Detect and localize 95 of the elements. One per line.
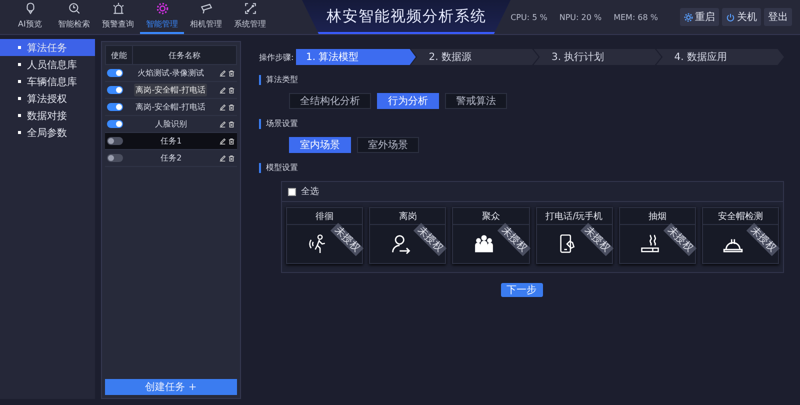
option-button[interactable]: 室外场景 [357, 137, 419, 153]
model-name: 抽烟 [648, 210, 666, 222]
select-all-checkbox[interactable]: 全选 [288, 185, 777, 198]
header-button[interactable]: 重启 [680, 8, 719, 26]
power-icon [726, 12, 735, 22]
model-card[interactable]: 抽烟 未授权 [618, 207, 696, 264]
nodes-icon [244, 2, 256, 14]
column-header: 使能 [106, 46, 133, 64]
model-card[interactable]: 徘徊 未授权 [286, 207, 364, 264]
gear-icon [684, 12, 693, 22]
app-title: 林安智能视频分析系统 [326, 6, 486, 26]
sidebar-item[interactable]: 算法任务 [0, 39, 95, 56]
delete-icon[interactable] [228, 120, 235, 128]
sidebar-item[interactable]: 算法授权 [0, 90, 95, 107]
task-name: 人脸识别 [155, 119, 187, 130]
search-icon [68, 2, 80, 14]
gear-icon [156, 2, 168, 14]
nav-tab[interactable]: 相机管理 [184, 0, 228, 34]
person-arrow-icon [390, 233, 412, 255]
delete-icon[interactable] [228, 154, 235, 162]
model-name: 打电话/玩手机 [546, 210, 603, 222]
edit-icon[interactable] [219, 138, 226, 144]
model-name: 聚众 [482, 210, 500, 222]
model-card[interactable]: 打电话/玩手机 未授权 [536, 207, 613, 264]
delete-icon[interactable] [228, 138, 235, 144]
option-button[interactable]: 全结构化分析 [289, 93, 371, 109]
camera-icon [200, 2, 212, 14]
model-name: 徘徊 [316, 210, 334, 222]
step-tab[interactable]: 1. 算法模型 [296, 49, 416, 65]
status-ribbon: 未授权 [496, 222, 530, 256]
model-name: 安全帽检测 [718, 210, 763, 222]
section-title: 模型设置 [259, 163, 784, 173]
nav-tab[interactable]: 智能检索 [52, 0, 96, 34]
task-row[interactable]: 任务2 [105, 150, 237, 167]
step-tab[interactable]: 4. 数据应用 [656, 49, 784, 65]
column-header: 任务名称 [168, 50, 202, 62]
model-card[interactable]: 聚众 未授权 [452, 207, 530, 264]
delete-icon[interactable] [228, 70, 235, 76]
section-title: 算法类型 [259, 75, 784, 85]
checkbox[interactable] [288, 188, 296, 196]
model-card[interactable]: 安全帽检测 未授权 [702, 207, 780, 264]
task-row[interactable]: 火焰测试-录像测试 [105, 65, 237, 82]
system-stat: MEM: 68 % [614, 12, 658, 22]
enable-toggle[interactable] [107, 103, 123, 111]
enable-toggle[interactable] [107, 69, 123, 77]
enable-toggle[interactable] [107, 154, 123, 162]
sidebar-item[interactable]: 数据对接 [0, 107, 95, 124]
next-step-button[interactable]: 下一步 [500, 283, 542, 297]
edit-icon[interactable] [219, 86, 226, 94]
task-name: 离岗-安全帽-打电话 [136, 102, 206, 113]
edit-icon[interactable] [219, 154, 226, 162]
sidebar-item[interactable]: 车辆信息库 [0, 73, 95, 90]
system-stat: NPU: 20 % [559, 12, 602, 22]
section-title: 场景设置 [259, 119, 784, 129]
nav-tab[interactable]: 系统管理 [228, 0, 272, 34]
edit-icon[interactable] [219, 120, 226, 128]
model-card[interactable]: 离岗 未授权 [369, 207, 446, 264]
status-ribbon: 未授权 [746, 222, 780, 256]
status-ribbon: 未授权 [330, 222, 364, 256]
enable-toggle[interactable] [107, 86, 123, 94]
checkbox-label: 全选 [301, 186, 319, 198]
sidebar-item[interactable]: 全局参数 [0, 124, 95, 141]
model-name: 离岗 [398, 210, 417, 222]
status-ribbon: 未授权 [414, 222, 447, 256]
header-button[interactable]: 关机 [722, 8, 761, 26]
steps-label: 操作步骤: [259, 52, 295, 62]
status-ribbon: 未授权 [580, 222, 614, 256]
nav-tab[interactable]: 智能管理 [140, 0, 184, 34]
cigarette-icon [639, 233, 662, 255]
siren-icon [112, 2, 124, 14]
nav-tab[interactable]: 预警查询 [96, 0, 140, 34]
task-row[interactable]: 任务1 [105, 133, 237, 150]
task-row[interactable]: 离岗-安全帽-打电话 [105, 82, 237, 99]
option-button[interactable]: 行为分析 [377, 93, 439, 109]
header-button[interactable]: 登出 [764, 8, 792, 26]
option-button[interactable]: 室内场景 [289, 137, 351, 153]
task-name: 任务2 [160, 153, 182, 164]
step-tab[interactable]: 2. 数据源 [410, 49, 538, 65]
status-ribbon: 未授权 [663, 222, 696, 256]
tooltip: 离岗-安全帽-打电话 [134, 84, 208, 96]
edit-icon[interactable] [219, 104, 226, 110]
task-row[interactable]: 离岗-安全帽-打电话 [105, 99, 237, 116]
task-name: 任务1 [160, 136, 182, 147]
enable-toggle[interactable] [107, 137, 123, 145]
delete-icon[interactable] [228, 86, 235, 94]
crowd-icon [472, 233, 495, 255]
system-stat: CPU: 5 % [510, 12, 548, 22]
task-name: 火焰测试-录像测试 [138, 68, 204, 79]
option-button[interactable]: 警戒算法 [445, 93, 507, 109]
delete-icon[interactable] [228, 104, 235, 110]
enable-toggle[interactable] [107, 120, 123, 128]
nav-tab[interactable]: AI预览 [8, 0, 52, 34]
edit-icon[interactable] [219, 70, 226, 76]
sidebar-item[interactable]: 人员信息库 [0, 56, 95, 73]
step-tab[interactable]: 3. 执行计划 [534, 49, 662, 65]
